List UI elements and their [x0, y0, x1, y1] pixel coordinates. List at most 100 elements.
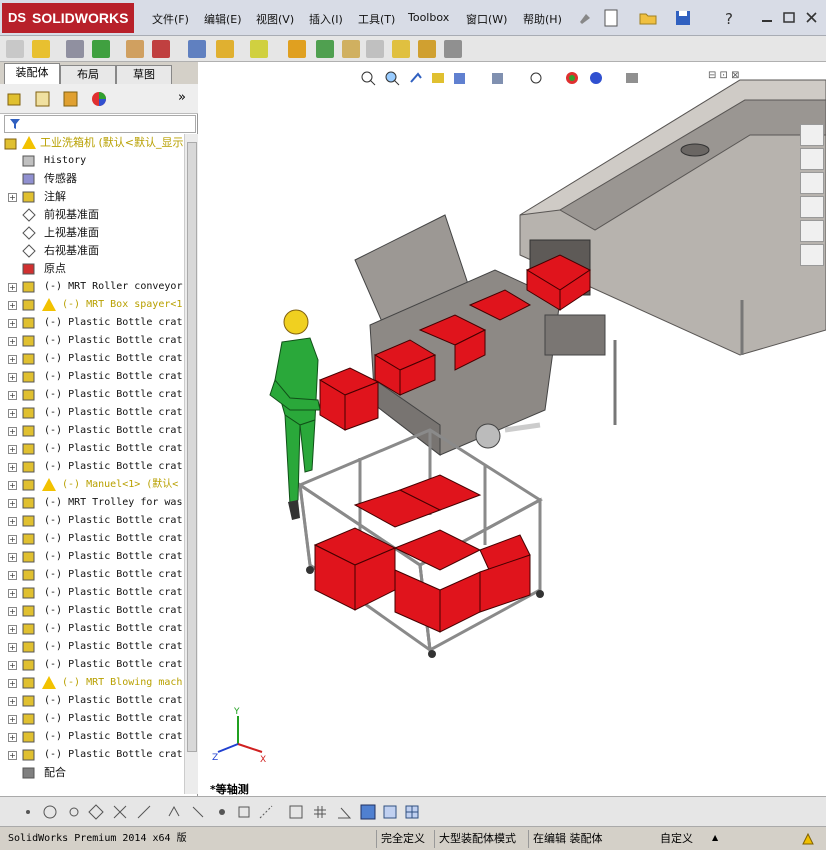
tree-item[interactable]: + (-) Plastic Bottle crat	[0, 530, 184, 548]
hole-alignment-icon[interactable]	[418, 40, 436, 58]
shaded-view-icon[interactable]	[358, 802, 378, 822]
tab-sketch[interactable]: 草图	[116, 65, 172, 84]
expand-toggle-icon[interactable]: +	[8, 643, 17, 652]
status-custom-units[interactable]: 自定义	[656, 830, 697, 848]
tree-root[interactable]: 工业洗箱机 (默认<默认_显示状态-1>)	[0, 134, 184, 152]
zoom-to-fit-icon[interactable]	[360, 70, 376, 86]
instant3d-icon[interactable]	[444, 40, 462, 58]
menu-edit[interactable]: 编辑(E)	[204, 11, 242, 27]
tree-item[interactable]: + (-) Plastic Bottle crat	[0, 458, 184, 476]
tree-item[interactable]: + 注解	[0, 188, 184, 206]
exploded-view-icon[interactable]	[316, 40, 334, 58]
tree-item[interactable]: + (-) Plastic Bottle crat	[0, 692, 184, 710]
menu-view[interactable]: 视图(V)	[256, 11, 294, 27]
expand-toggle-icon[interactable]: +	[8, 679, 17, 688]
expand-toggle-icon[interactable]: +	[8, 661, 17, 670]
file-explorer-icon[interactable]	[800, 172, 824, 194]
tree-item[interactable]: + (-) Plastic Bottle crat	[0, 602, 184, 620]
filter-icon[interactable]	[9, 118, 23, 130]
restore-icon[interactable]	[780, 8, 800, 28]
assembly-features-icon[interactable]	[188, 40, 206, 58]
tree-item[interactable]: + (-) Plastic Bottle crat	[0, 350, 184, 368]
expand-panel-icon[interactable]: »	[178, 90, 186, 105]
expand-toggle-icon[interactable]: +	[8, 337, 17, 346]
intersection-icon[interactable]	[112, 804, 128, 820]
menu-window[interactable]: 窗口(W)	[466, 11, 507, 27]
expand-toggle-icon[interactable]: +	[8, 517, 17, 526]
menu-insert[interactable]: 插入(I)	[309, 11, 343, 27]
appearances-icon[interactable]	[800, 220, 824, 242]
tree-item[interactable]: History	[0, 152, 184, 170]
expand-toggle-icon[interactable]: +	[8, 445, 17, 454]
smart-fastener-icon[interactable]	[66, 40, 84, 58]
tree-item[interactable]: 上视基准面	[0, 224, 184, 242]
bill-of-materials-icon[interactable]	[288, 40, 306, 58]
tree-item[interactable]: + (-) MRT Trolley for was	[0, 494, 184, 512]
expand-toggle-icon[interactable]: +	[8, 355, 17, 364]
expand-toggle-icon[interactable]: +	[8, 625, 17, 634]
tab-assembly[interactable]: 装配体	[4, 63, 60, 84]
tree-item[interactable]: + (-) Plastic Bottle crat	[0, 440, 184, 458]
apply-scene-icon[interactable]	[588, 70, 604, 86]
section-view-icon[interactable]	[430, 70, 446, 86]
vertex-icon[interactable]	[214, 804, 230, 820]
menu-tools[interactable]: 工具(T)	[358, 11, 395, 27]
expand-toggle-icon[interactable]: +	[8, 715, 17, 724]
expand-toggle-icon[interactable]: +	[8, 589, 17, 598]
view-orientation-icon[interactable]	[452, 70, 468, 86]
tree-scrollbar[interactable]	[184, 134, 198, 794]
tangent-icon[interactable]	[88, 804, 104, 820]
close-icon[interactable]	[802, 8, 822, 28]
expand-toggle-icon[interactable]: +	[8, 463, 17, 472]
tree-item[interactable]: + (-) Plastic Bottle crat	[0, 548, 184, 566]
solidworks-logo[interactable]: DS SOLIDWORKS	[2, 3, 134, 33]
sketch-segment-icon[interactable]	[258, 804, 274, 820]
tree-item[interactable]: 原点	[0, 260, 184, 278]
zoom-area-icon[interactable]	[384, 70, 400, 86]
center-icon[interactable]	[66, 804, 82, 820]
tab-layout[interactable]: 布局	[60, 65, 116, 84]
minimize-icon[interactable]	[758, 8, 778, 28]
interference-icon[interactable]	[366, 40, 384, 58]
tree-item[interactable]: + (-) MRT Box spayer<1	[0, 296, 184, 314]
expand-toggle-icon[interactable]: +	[8, 499, 17, 508]
expand-toggle-icon[interactable]: +	[8, 607, 17, 616]
view-palette-icon[interactable]	[800, 196, 824, 218]
expand-toggle-icon[interactable]: +	[8, 733, 17, 742]
hide-show-items-icon[interactable]	[528, 70, 544, 86]
clearance-icon[interactable]	[392, 40, 410, 58]
expand-toggle-icon[interactable]: +	[8, 283, 17, 292]
expand-toggle-icon[interactable]: +	[8, 481, 17, 490]
grid-icon[interactable]	[312, 804, 328, 820]
tree-item[interactable]: + (-) Plastic Bottle crat	[0, 512, 184, 530]
tree-item[interactable]: 右视基准面	[0, 242, 184, 260]
tree-item[interactable]: + (-) MRT Blowing mach	[0, 674, 184, 692]
view-settings-icon[interactable]	[624, 70, 640, 86]
open-folder-icon[interactable]	[638, 8, 658, 28]
previous-view-icon[interactable]	[408, 70, 424, 86]
expand-toggle-icon[interactable]: +	[8, 373, 17, 382]
property-manager-icon[interactable]	[34, 90, 52, 108]
rebuild-icon[interactable]	[800, 831, 816, 847]
help-icon[interactable]: ?	[720, 8, 740, 28]
tree-item[interactable]: + (-) Plastic Bottle crat	[0, 710, 184, 728]
tree-item[interactable]: + (-) Plastic Bottle crat	[0, 656, 184, 674]
display-manager-icon[interactable]	[90, 90, 108, 108]
tree-item[interactable]: + (-) Plastic Bottle crat	[0, 404, 184, 422]
expand-toggle-icon[interactable]: +	[8, 427, 17, 436]
tree-item[interactable]: + (-) Plastic Bottle crat	[0, 422, 184, 440]
tree-filter-bar[interactable]	[4, 115, 196, 133]
solidworks-resources-icon[interactable]	[800, 124, 824, 146]
perpendicular-icon[interactable]	[136, 804, 152, 820]
tree-item[interactable]: + (-) Plastic Bottle crat	[0, 620, 184, 638]
custom-properties-icon[interactable]	[800, 244, 824, 266]
pin-icon[interactable]	[574, 8, 594, 28]
expand-toggle-icon[interactable]: +	[8, 409, 17, 418]
expand-toggle-icon[interactable]: +	[8, 391, 17, 400]
tree-item[interactable]: + (-) Plastic Bottle crat	[0, 638, 184, 656]
units-dropdown-icon[interactable]: ▲	[712, 833, 718, 842]
insert-component-icon[interactable]	[6, 40, 24, 58]
expand-toggle-icon[interactable]: +	[8, 697, 17, 706]
tree-item[interactable]: + (-) Plastic Bottle crat	[0, 728, 184, 746]
tree-item[interactable]: + (-) Plastic Bottle crat	[0, 746, 184, 764]
